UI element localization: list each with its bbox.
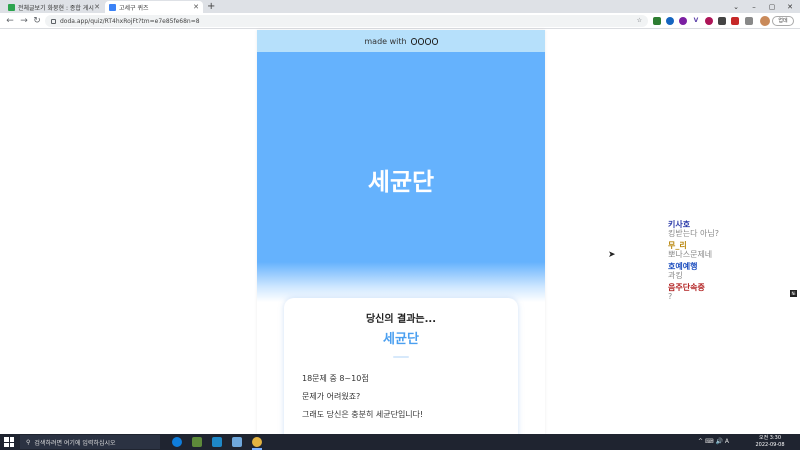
- reload-icon[interactable]: ↻: [32, 16, 42, 26]
- minimize-button[interactable]: –: [745, 0, 763, 13]
- side-badge[interactable]: Ni: [790, 290, 797, 297]
- tab-title: 고세구 퀴즈: [119, 4, 149, 12]
- result-line: 18문제 중 8~10점: [302, 374, 369, 383]
- clock-time: 오전 3:30: [758, 435, 782, 441]
- extension-icon[interactable]: [666, 17, 674, 25]
- divider: [393, 356, 409, 358]
- system-tray[interactable]: ^ ⌨ 🔊 A: [698, 438, 729, 445]
- extension-icon[interactable]: [718, 17, 726, 25]
- url-text: doda.app/quiz/RT4hxRojFt?tm=e7e85fe68n=8: [60, 17, 200, 25]
- chrome-icon[interactable]: [252, 437, 262, 447]
- comment-author: 무_리: [668, 241, 687, 250]
- app-icon[interactable]: [232, 437, 242, 447]
- made-with-label: made with: [364, 36, 407, 46]
- lock-icon: [51, 18, 56, 24]
- clock-date: 2022-09-08: [755, 442, 785, 448]
- comment-text: 과킹: [668, 271, 683, 280]
- tab-title: 전체글보기 화뭉현 : 종합 게시판: [18, 4, 94, 12]
- v-extension-icon[interactable]: V: [692, 17, 700, 25]
- minecraft-icon[interactable]: [192, 437, 202, 447]
- update-button[interactable]: 업데: [772, 16, 794, 26]
- comment-text: 뽀나스문제네: [668, 250, 713, 259]
- result-line: 그래도 당신은 충분히 세균단입니다!: [302, 410, 424, 419]
- tab-search-icon[interactable]: ⌄: [727, 0, 745, 13]
- search-placeholder: 검색하려면 여기에 입력하십시오: [34, 439, 116, 447]
- clock[interactable]: 오전 3:30 2022-09-08: [752, 435, 788, 449]
- dooda-logo-icon: [410, 37, 438, 45]
- profile-avatar[interactable]: [760, 16, 770, 26]
- comment-author: 호예예행: [668, 262, 698, 271]
- close-window-button[interactable]: ✕: [781, 0, 799, 13]
- taskbar-search[interactable]: ⚲ 검색하려면 여기에 입력하십시오: [20, 435, 160, 449]
- close-tab-icon[interactable]: ✕: [193, 3, 199, 11]
- quiz-favicon-icon: [109, 3, 116, 11]
- taskbar: ⚲ 검색하려면 여기에 입력하십시오 ^ ⌨ 🔊 A 오전 3:30 2022-…: [0, 434, 800, 450]
- comment-text: ?: [668, 292, 673, 301]
- cafe-favicon-icon: [8, 3, 15, 11]
- maximize-button[interactable]: ▢: [763, 0, 781, 13]
- browser-tab-strip: 전체글보기 화뭉현 : 종합 게시판 ✕ 고세구 퀴즈 ✕ + ⌄ – ▢ ✕: [0, 0, 800, 13]
- new-tab-button[interactable]: +: [207, 1, 215, 12]
- quiz-result-page: made with 세균단 당신의 결과는... 세균단 18문제 중 8~10…: [257, 30, 545, 434]
- hero-title: 세균단: [367, 168, 435, 196]
- extension-icon[interactable]: [705, 17, 713, 25]
- made-with-banner[interactable]: made with: [257, 30, 545, 52]
- result-hero: 세균단: [257, 52, 545, 302]
- vscode-icon[interactable]: [212, 437, 222, 447]
- mouse-cursor-icon: ➤: [608, 250, 616, 260]
- close-tab-icon[interactable]: ✕: [94, 3, 100, 11]
- extension-icon[interactable]: [731, 17, 739, 25]
- comment-text: 킹받는다 아님?: [668, 229, 719, 238]
- back-icon[interactable]: ←: [5, 16, 15, 26]
- browser-toolbar: ← → ↻ doda.app/quiz/RT4hxRojFt?tm=e7e85f…: [0, 13, 800, 29]
- browser-tab[interactable]: 전체글보기 화뭉현 : 종합 게시판 ✕: [4, 1, 104, 13]
- extensions-puzzle-icon[interactable]: [745, 17, 753, 25]
- extension-icon[interactable]: [679, 17, 687, 25]
- result-card: 당신의 결과는... 세균단 18문제 중 8~10점 문제가 어려웠죠? 그래…: [284, 298, 518, 434]
- result-intro: 당신의 결과는...: [365, 314, 437, 325]
- forward-icon[interactable]: →: [19, 16, 29, 26]
- comment-list: 키사호 킹받는다 아님? 무_리 뽀나스문제네 호예예행 과킹 음주단속중 ?: [668, 220, 778, 304]
- search-icon: ⚲: [26, 438, 31, 446]
- browser-tab-active[interactable]: 고세구 퀴즈 ✕: [105, 1, 203, 13]
- result-name: 세균단: [383, 332, 419, 347]
- edge-icon[interactable]: [172, 437, 182, 447]
- bookmark-star-icon[interactable]: ☆: [637, 17, 642, 24]
- address-bar[interactable]: doda.app/quiz/RT4hxRojFt?tm=e7e85fe68n=8…: [45, 15, 648, 27]
- result-line: 문제가 어려웠죠?: [302, 392, 361, 401]
- extension-icon[interactable]: [653, 17, 661, 25]
- comment-author: 음주단속중: [668, 283, 705, 292]
- windows-start-icon[interactable]: [4, 437, 14, 447]
- comment-author: 키사호: [668, 220, 691, 229]
